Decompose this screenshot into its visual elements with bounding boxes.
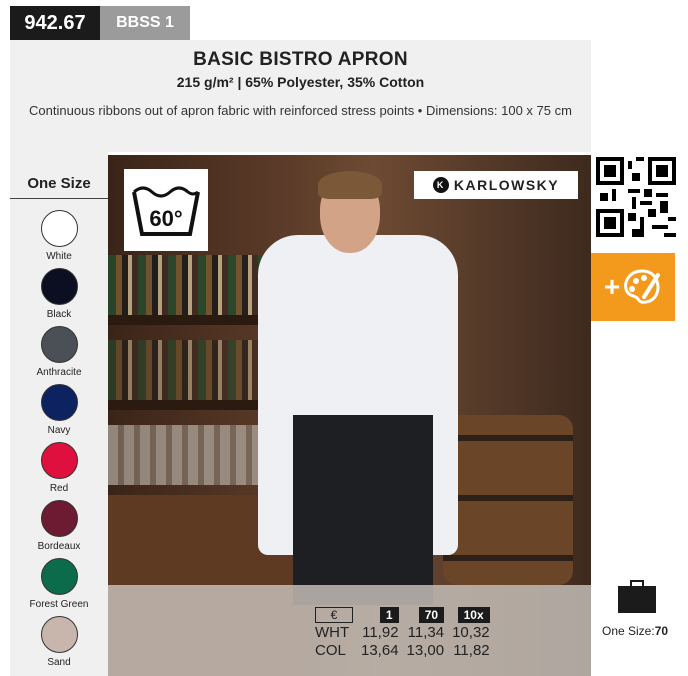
pack-label: One Size: <box>602 624 655 638</box>
tier-header: 70 <box>418 606 445 623</box>
swatch-label: Anthracite <box>36 367 82 378</box>
row-label: COL <box>315 641 346 659</box>
swatch-forest-green[interactable]: Forest Green <box>10 558 108 616</box>
price-row: COL 13,64 13,00 11,82 <box>311 641 494 659</box>
price-cell: 13,64 <box>361 641 399 659</box>
color-sidebar: One Size White Black Anthracite Navy Red… <box>10 152 108 676</box>
qr-code[interactable] <box>596 157 676 237</box>
swatch-label: Red <box>49 483 69 494</box>
price-panel: € 1 70 10x WHT 11,92 11,34 10,32 COL 13,… <box>108 585 591 676</box>
sku-code: BBSS 1 <box>100 6 190 40</box>
tier-header: 1 <box>379 606 399 623</box>
brand-name: KARLOWSKY <box>453 177 560 193</box>
product-material: 215 g/m² | 65% Polyester, 35% Cotton <box>176 74 425 90</box>
row-label: WHT <box>315 623 350 641</box>
package-box-icon <box>617 580 657 614</box>
size-label: One Size <box>27 175 91 192</box>
price-cell: 11,34 <box>407 623 445 641</box>
currency-label: € <box>315 606 353 623</box>
product-title: BASIC BISTRO APRON <box>193 49 408 70</box>
price-cell: 11,82 <box>453 641 490 659</box>
price-row: WHT 11,92 11,34 10,32 <box>311 623 494 641</box>
color-dot <box>40 616 78 653</box>
swatch-black[interactable]: Black <box>10 268 108 326</box>
tier-header: 10x <box>457 606 490 623</box>
swatch-anthracite[interactable]: Anthracite <box>10 326 108 384</box>
price-cell: 11,92 <box>362 623 399 641</box>
color-dot <box>40 500 78 537</box>
swatch-white[interactable]: White <box>10 210 108 268</box>
swatch-bordeaux[interactable]: Bordeaux <box>10 500 108 558</box>
swatch-label: Forest Green <box>29 599 89 610</box>
swatch-navy[interactable]: Navy <box>10 384 108 442</box>
swatch-label: White <box>46 251 72 262</box>
color-dot <box>40 442 78 479</box>
customize-plus: + <box>603 271 621 302</box>
wash-temperature-icon: 60° <box>124 169 208 251</box>
apron <box>293 415 433 605</box>
price-cell: 13,00 <box>406 641 445 659</box>
pack-qty: 70 <box>654 624 669 638</box>
top-bar: 942.67 BBSS 1 <box>10 6 190 40</box>
model-hair <box>318 171 382 199</box>
color-dot <box>40 558 78 595</box>
swatch-label: Bordeaux <box>37 541 81 552</box>
product-description: Continuous ribbons out of apron fabric w… <box>29 103 572 118</box>
color-dot <box>40 210 78 247</box>
model <box>248 171 468 605</box>
color-dot <box>40 326 78 363</box>
price-cell: 10,32 <box>452 623 490 641</box>
color-dot <box>40 384 78 421</box>
price-table: € 1 70 10x WHT 11,92 11,34 10,32 COL 13,… <box>311 605 494 659</box>
size-divider <box>10 198 108 199</box>
article-number: 942.67 <box>10 6 100 40</box>
product-header: BASIC BISTRO APRON 215 g/m² | 65% Polyes… <box>10 40 591 152</box>
pack-size: One Size:70 <box>602 624 668 638</box>
color-dot <box>40 268 78 305</box>
wash-temp-label: 60° <box>149 206 182 231</box>
swatch-red[interactable]: Red <box>10 442 108 500</box>
swatch-sand[interactable]: Sand <box>10 616 108 674</box>
color-swatches: White Black Anthracite Navy Red Bordeaux… <box>10 210 108 674</box>
swatch-label: Sand <box>47 657 71 668</box>
swatch-label: Black <box>46 309 72 320</box>
brand-logo: K KARLOWSKY <box>414 171 578 199</box>
swatch-label: Navy <box>47 425 71 436</box>
brand-mark: K <box>432 177 449 193</box>
customize-palette-icon[interactable]: + <box>591 253 675 321</box>
